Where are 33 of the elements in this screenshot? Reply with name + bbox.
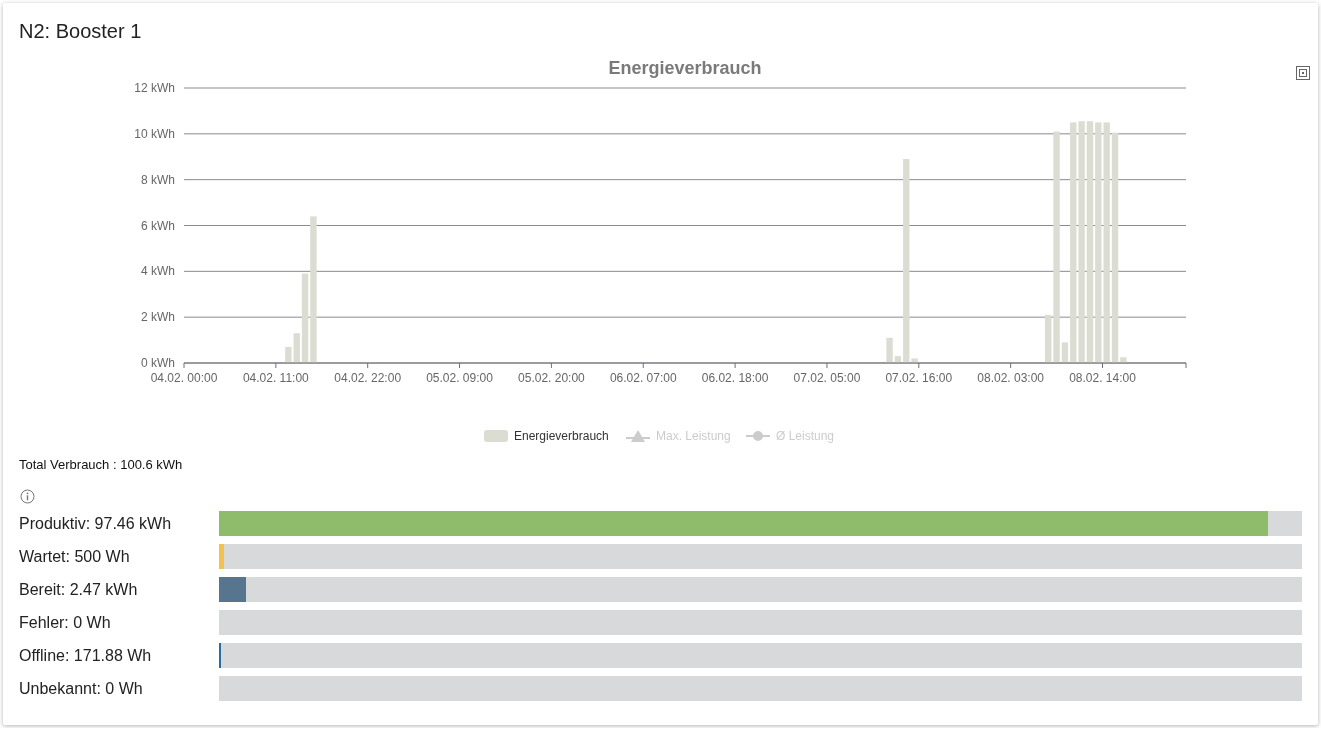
- axis-label: 04.02. 11:00: [242, 371, 309, 385]
- axis-label: 2 kWh: [141, 310, 175, 325]
- axis-label: 08.02. 03:00: [977, 371, 1044, 385]
- axis-label: 0 kWh: [141, 356, 175, 370]
- card-title: N2: Booster 1: [19, 19, 143, 43]
- state-label: Fehler: 0 Wh: [19, 612, 112, 633]
- axis-label: 05.02. 20:00: [518, 371, 585, 385]
- legend-triangle-icon[interactable]: [625, 430, 651, 442]
- info-icon[interactable]: [20, 489, 35, 504]
- axis-label: 12 kWh: [134, 81, 175, 95]
- export-icon[interactable]: [1296, 66, 1310, 80]
- total-consumption: Total Verbrauch : 100.6 kWh: [19, 457, 183, 473]
- axis-label: 04.02. 22:00: [334, 371, 402, 385]
- state-label: Produktiv: 97.46 kWh: [19, 513, 173, 534]
- chart-title: Energieverbrauch: [608, 58, 762, 78]
- legend-label[interactable]: Energieverbrauch: [514, 429, 609, 443]
- axis-label: 06.02. 07:00: [609, 371, 677, 385]
- state-label: Bereit: 2.47 kWh: [19, 579, 139, 600]
- axis-label: 07.02. 16:00: [885, 371, 953, 385]
- axis-label: 04.02. 00:00: [150, 371, 218, 385]
- axis-label: 4 kWh: [141, 264, 175, 279]
- axis-label: 05.02. 09:00: [426, 371, 493, 385]
- axis-label: 10 kWh: [134, 126, 175, 141]
- state-label: Offline: 171.88 Wh: [19, 645, 153, 666]
- axis-label: 6 kWh: [141, 218, 175, 233]
- axis-label: 07.02. 05:00: [793, 371, 861, 385]
- legend-bar-icon[interactable]: [484, 430, 508, 442]
- axis-label: 08.02. 14:00: [1069, 371, 1136, 385]
- axis-label: 8 kWh: [141, 172, 175, 187]
- axis-label: 06.02. 18:00: [701, 371, 769, 385]
- state-label: Unbekannt: 0 Wh: [19, 678, 144, 699]
- legend-circle-icon[interactable]: [745, 431, 771, 441]
- state-label: Wartet: 500 Wh: [19, 546, 131, 567]
